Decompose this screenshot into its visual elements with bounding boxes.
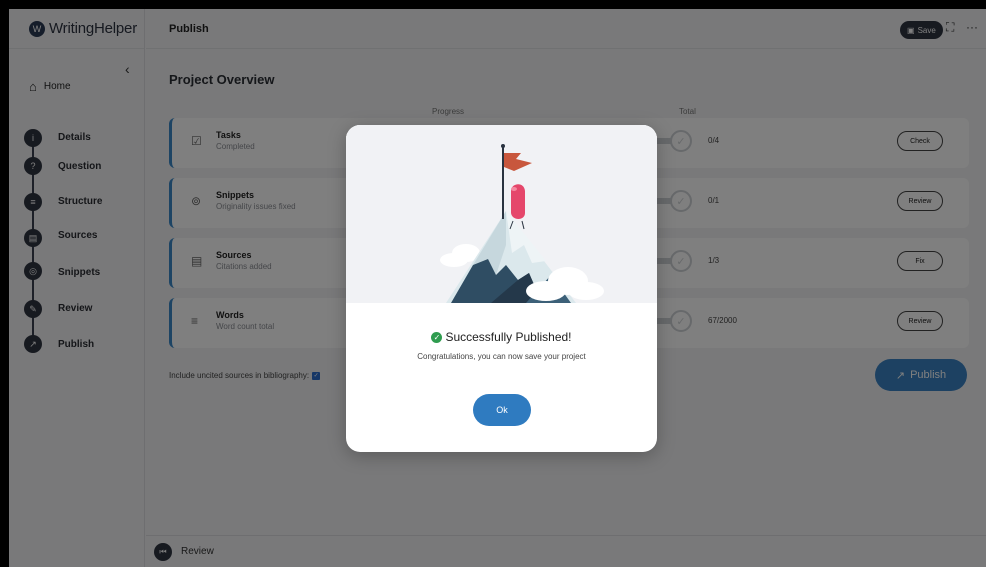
dialog-message: Congratulations, you can now save your p… [417, 352, 586, 361]
success-check-icon: ✓ [431, 331, 443, 343]
mountain-flag-illustration [346, 125, 657, 303]
app-window: W WritingHelper ‹ ⌂ Home i Details ? Que… [9, 9, 986, 567]
success-dialog: ✓ Successfully Published! Congratulation… [346, 125, 657, 452]
dialog-title-text: Successfully Published! [445, 330, 572, 344]
dialog-title: ✓ Successfully Published! [346, 330, 657, 344]
ok-button[interactable]: Ok [473, 394, 531, 426]
